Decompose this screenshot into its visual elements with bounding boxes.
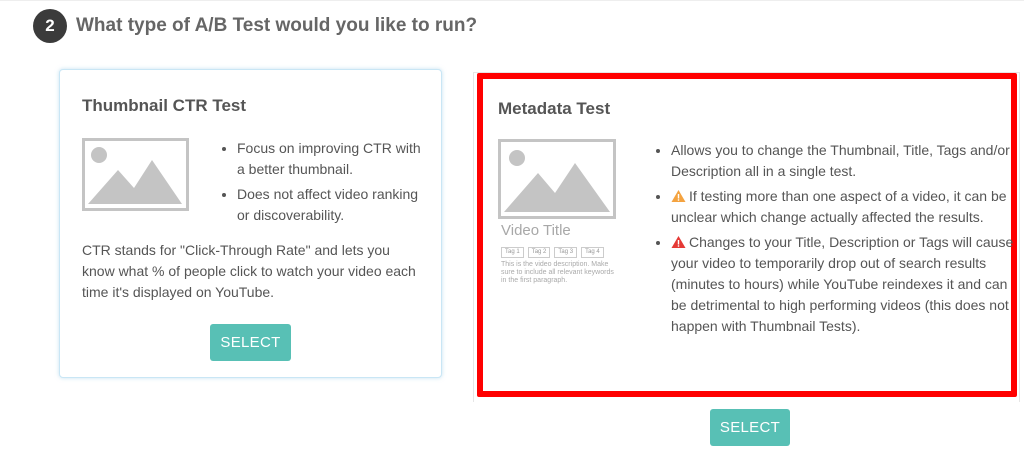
metadata-test-card[interactable]: Metadata Test Video Title Tag 1 Tag 2 Ta… [477,73,1017,397]
preview-video-description: This is the video description. Make sure… [501,261,614,284]
preview-tag: Tag 4 [581,247,604,258]
step-header: 2 What type of A/B Test would you like t… [33,9,477,43]
warning-orange-icon [671,190,686,202]
preview-tag: Tag 2 [527,247,551,258]
feature-list: Focus on improving CTR with a better thu… [218,138,427,230]
list-item: If testing more than one aspect of a vid… [671,186,1016,228]
preview-tags: Tag 1 Tag 2 Tag 3 Tag 4 [501,247,604,258]
select-thumbnail-test-button[interactable]: SELECT [210,324,291,361]
thumbnail-ctr-test-card[interactable]: Thumbnail CTR Test Focus on improving CT… [59,69,442,378]
image-placeholder-icon [82,138,189,211]
list-item-text: If testing more than one aspect of a vid… [671,188,1007,225]
step-title: What type of A/B Test would you like to … [76,15,478,36]
warning-red-icon [671,236,686,248]
preview-tag: Tag 1 [501,247,524,258]
image-placeholder-icon [498,139,616,219]
list-item: Focus on improving CTR with a better thu… [237,138,427,180]
card-title: Metadata Test [498,99,611,118]
list-item-text: Allows you to change the Thumbnail, Titl… [671,142,1010,179]
step-number-badge: 2 [33,9,67,43]
list-item-text: Changes to your Title, Description or Ta… [671,234,1014,334]
list-item: Changes to your Title, Description or Ta… [671,232,1016,337]
card-title: Thumbnail CTR Test [82,96,247,115]
top-divider [0,0,1024,1]
card-description: CTR stands for "Click-Through Rate" and … [82,242,416,300]
select-metadata-test-button[interactable]: SELECT [710,409,790,446]
preview-tag: Tag 3 [554,247,578,258]
feature-list: Allows you to change the Thumbnail, Titl… [652,140,1016,341]
list-item: Does not affect video ranking or discove… [237,184,427,226]
list-item: Allows you to change the Thumbnail, Titl… [671,140,1016,182]
preview-video-title: Video Title [501,222,571,239]
